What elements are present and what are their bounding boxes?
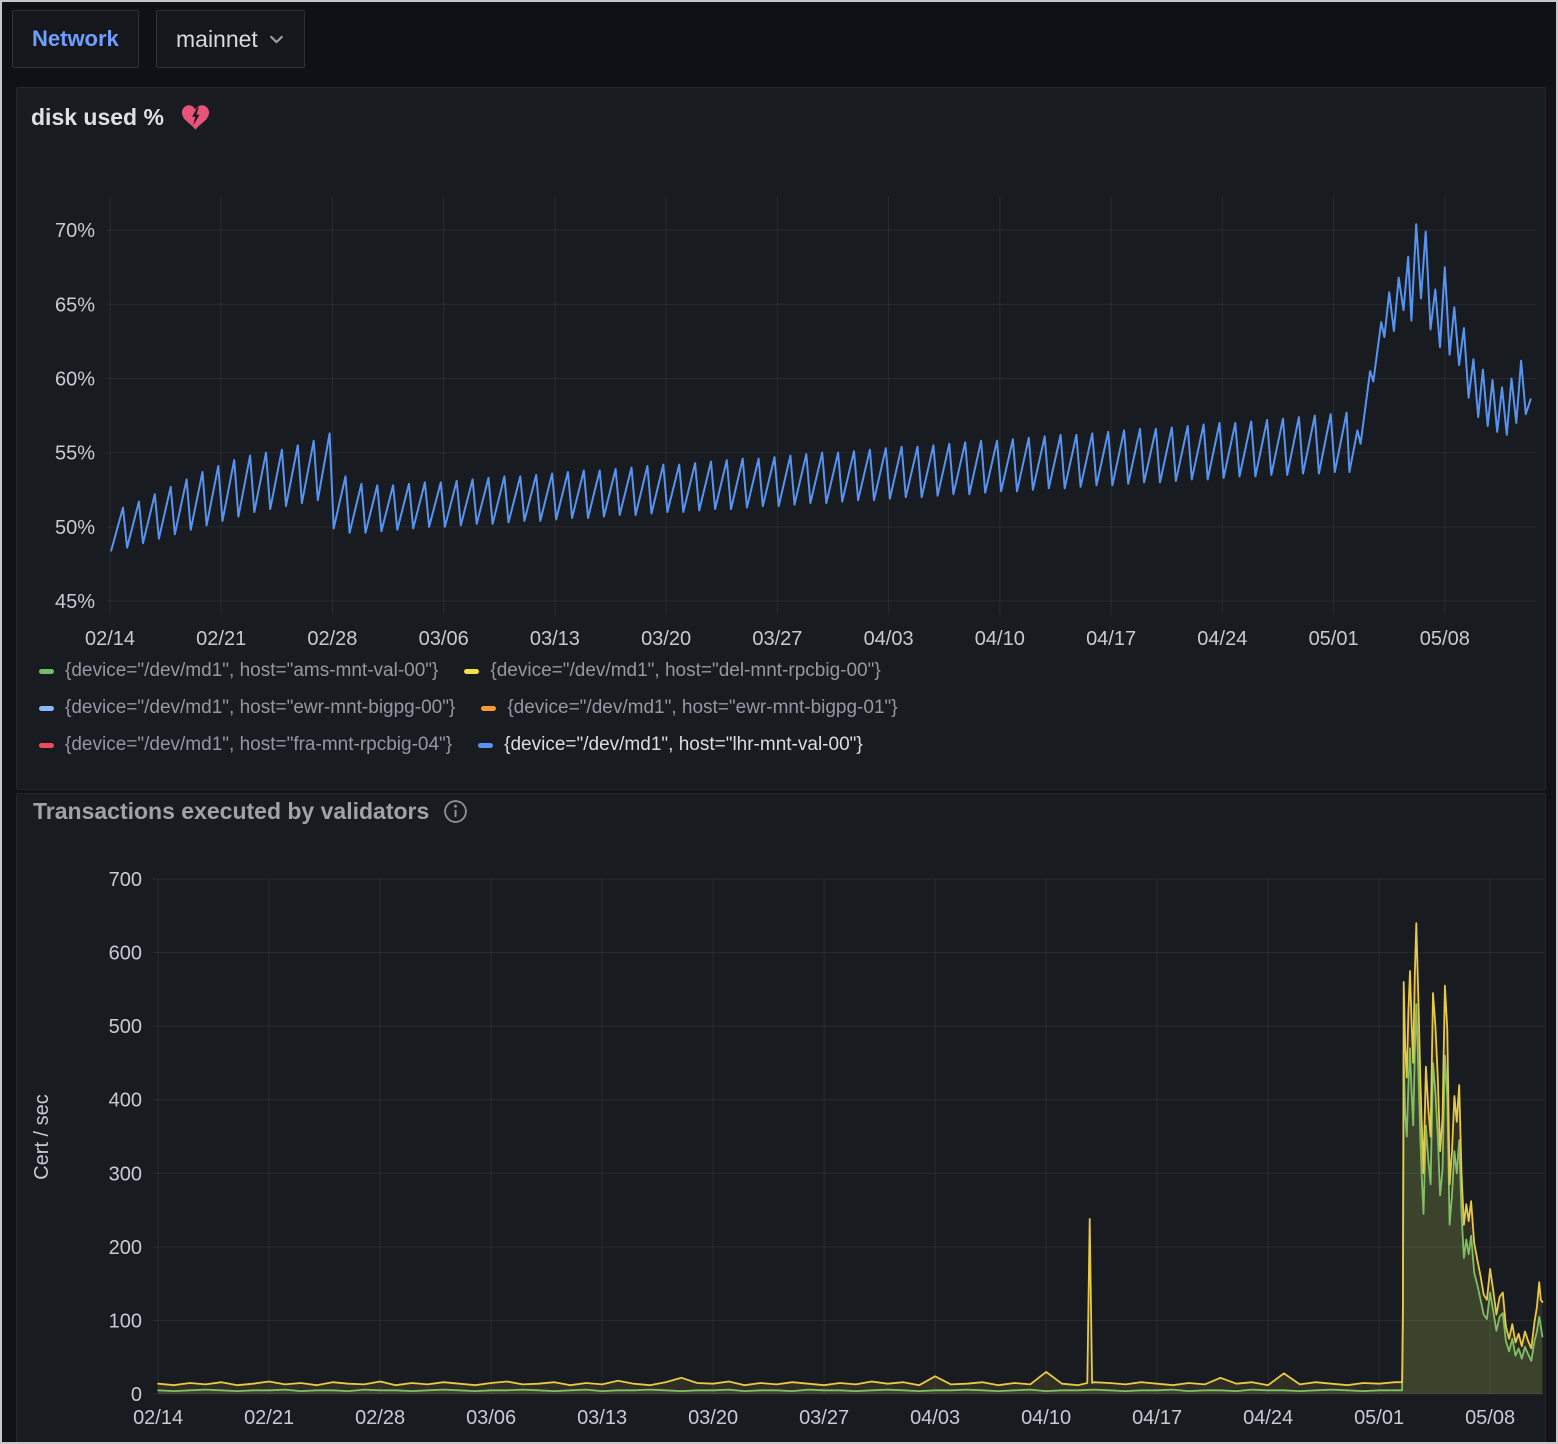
chevron-down-icon <box>268 31 285 48</box>
legend-item-ewr-mnt-bigpg-01[interactable]: {device="/dev/md1", host="ewr-mnt-bigpg-… <box>481 697 897 719</box>
transactions-panel-title-text: Transactions executed by validators <box>33 798 429 825</box>
svg-text:02/28: 02/28 <box>307 628 357 650</box>
svg-text:04/24: 04/24 <box>1243 1407 1293 1429</box>
legend-item-label: {device="/dev/md1", host="ewr-mnt-bigpg-… <box>65 697 455 719</box>
network-variable-label: Network <box>32 26 119 52</box>
svg-text:Cert / sec: Cert / sec <box>31 1094 53 1180</box>
svg-text:03/13: 03/13 <box>577 1407 627 1429</box>
legend-item-ewr-mnt-bigpg-00[interactable]: {device="/dev/md1", host="ewr-mnt-bigpg-… <box>39 697 455 719</box>
svg-text:300: 300 <box>109 1163 142 1185</box>
svg-text:03/20: 03/20 <box>688 1407 738 1429</box>
svg-text:03/20: 03/20 <box>641 628 691 650</box>
svg-text:700: 700 <box>109 869 142 891</box>
svg-text:70%: 70% <box>55 220 95 242</box>
legend-color-dash <box>478 743 493 748</box>
legend-color-dash <box>39 706 54 711</box>
svg-text:02/14: 02/14 <box>85 628 135 650</box>
transactions-panel-title[interactable]: Transactions executed by validators <box>33 798 468 825</box>
legend-item-label: {device="/dev/md1", host="fra-mnt-rpcbig… <box>65 734 452 756</box>
legend-item-lhr-mnt-val-00[interactable]: {device="/dev/md1", host="lhr-mnt-val-00… <box>478 734 863 756</box>
svg-text:60%: 60% <box>55 369 95 391</box>
legend-row: {device="/dev/md1", host="ewr-mnt-bigpg-… <box>39 697 898 719</box>
svg-text:04/24: 04/24 <box>1197 628 1247 650</box>
svg-text:04/17: 04/17 <box>1086 628 1136 650</box>
svg-text:02/28: 02/28 <box>355 1407 405 1429</box>
legend-item-del-mnt-rpcbig-00[interactable]: {device="/dev/md1", host="del-mnt-rpcbig… <box>464 660 880 682</box>
svg-text:200: 200 <box>109 1237 142 1259</box>
legend-color-dash <box>481 706 496 711</box>
legend-item-ams-mnt-val-00[interactable]: {device="/dev/md1", host="ams-mnt-val-00… <box>39 660 438 682</box>
legend-row: {device="/dev/md1", host="fra-mnt-rpcbig… <box>39 734 898 756</box>
svg-text:05/01: 05/01 <box>1354 1407 1404 1429</box>
svg-text:45%: 45% <box>55 591 95 613</box>
dashboard: Network mainnet 45%50%55%60%65%70%02/140… <box>0 0 1558 1444</box>
svg-text:04/17: 04/17 <box>1132 1407 1182 1429</box>
legend-item-label: {device="/dev/md1", host="ewr-mnt-bigpg-… <box>507 697 897 719</box>
broken-heart-icon <box>182 105 209 130</box>
svg-text:02/14: 02/14 <box>133 1407 183 1429</box>
disk-used-panel-title[interactable]: disk used % <box>31 104 209 131</box>
svg-text:03/27: 03/27 <box>799 1407 849 1429</box>
svg-text:100: 100 <box>109 1310 142 1332</box>
svg-text:04/03: 04/03 <box>910 1407 960 1429</box>
transactions-chart[interactable]: 0 100 200 300 400 500 600 700 02/14 02/21 02/28 03/… <box>17 794 1547 1444</box>
svg-text:03/06: 03/06 <box>419 628 469 650</box>
transactions-panel: 0 100 200 300 400 500 600 700 02/14 02/21 02/28 03/… <box>16 793 1546 1444</box>
legend-item-label: {device="/dev/md1", host="ams-mnt-val-00… <box>65 660 438 682</box>
svg-text:04/10: 04/10 <box>1021 1407 1071 1429</box>
svg-text:65%: 65% <box>55 294 95 316</box>
svg-text:500: 500 <box>109 1016 142 1038</box>
legend-color-dash <box>39 743 54 748</box>
legend-color-dash <box>464 669 479 674</box>
legend-item-fra-mnt-rpcbig-04[interactable]: {device="/dev/md1", host="fra-mnt-rpcbig… <box>39 734 452 756</box>
disk-used-chart[interactable]: 45% 50% 55% 60% 65% 70% 02/14 02/21 02/28 03/06 03… <box>17 88 1547 658</box>
legend-color-dash <box>39 669 54 674</box>
network-variable-dropdown[interactable]: mainnet <box>156 10 305 68</box>
dashboard-toolbar: Network mainnet <box>2 2 1556 86</box>
disk-used-panel: 45% 50% 55% 60% 65% 70% 02/14 02/21 02/28 03/06 03… <box>16 87 1546 790</box>
legend-row: {device="/dev/md1", host="ams-mnt-val-00… <box>39 660 898 682</box>
legend-item-label: {device="/dev/md1", host="del-mnt-rpcbig… <box>490 660 880 682</box>
svg-text:03/27: 03/27 <box>752 628 802 650</box>
svg-text:400: 400 <box>109 1090 142 1112</box>
disk-used-legend: {device="/dev/md1", host="ams-mnt-val-00… <box>39 660 898 756</box>
svg-text:03/13: 03/13 <box>530 628 580 650</box>
network-variable-value[interactable]: mainnet <box>176 26 258 53</box>
svg-text:50%: 50% <box>55 517 95 539</box>
svg-text:02/21: 02/21 <box>244 1407 294 1429</box>
legend-item-label: {device="/dev/md1", host="lhr-mnt-val-00… <box>504 734 863 756</box>
svg-text:02/21: 02/21 <box>196 628 246 650</box>
svg-text:04/10: 04/10 <box>975 628 1025 650</box>
info-icon[interactable] <box>443 799 468 824</box>
disk-used-panel-title-text: disk used % <box>31 104 164 131</box>
svg-text:05/01: 05/01 <box>1309 628 1359 650</box>
svg-text:04/03: 04/03 <box>864 628 914 650</box>
svg-text:0: 0 <box>131 1384 142 1406</box>
svg-text:600: 600 <box>109 943 142 965</box>
svg-text:05/08: 05/08 <box>1420 628 1470 650</box>
svg-text:55%: 55% <box>55 443 95 465</box>
svg-text:05/08: 05/08 <box>1465 1407 1515 1429</box>
network-variable-label-box: Network <box>12 10 139 68</box>
svg-text:03/06: 03/06 <box>466 1407 516 1429</box>
